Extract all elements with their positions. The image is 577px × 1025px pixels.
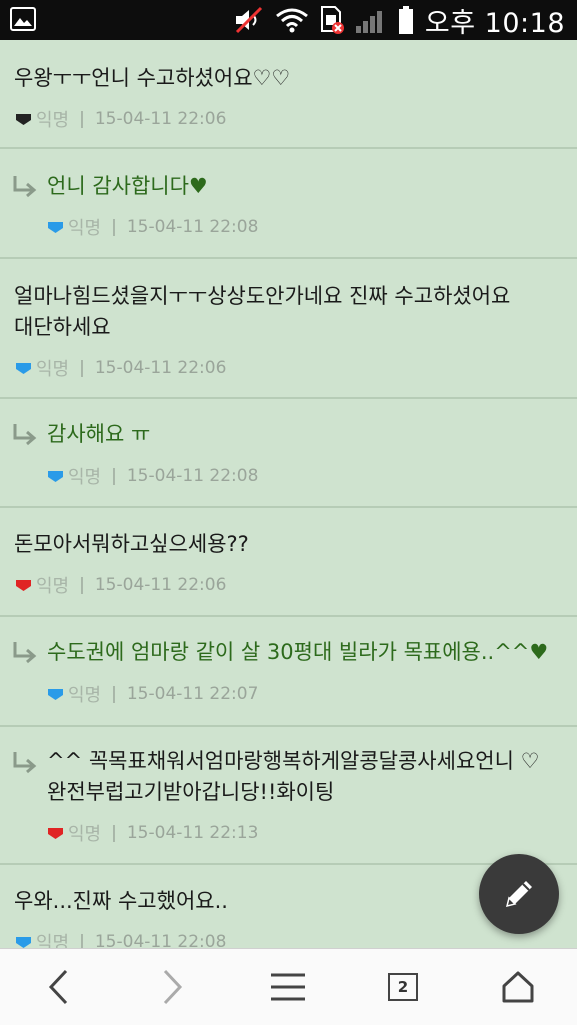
comment-meta: 익명 | 15-04-11 22:06 <box>16 355 226 381</box>
status-bar: 오후 10:18 <box>0 0 577 40</box>
comment-text: 돈모아서뭐하고싶으세용?? <box>14 532 249 556</box>
nickname[interactable]: 익명 <box>68 820 101 846</box>
timestamp: 15-04-11 22:08 <box>126 466 259 486</box>
hamburger-menu-icon <box>271 973 305 1001</box>
comment-list[interactable]: 우왕ㅜㅜ언니 수고하셨어요♡♡ 익명 | 15-04-11 22:06 언니 감… <box>0 40 577 948</box>
browser-bottom-bar: 2 <box>0 948 577 1025</box>
comment-text: 얼마나힘드셨을지ㅜㅜ상상도안가네요 진짜 수고하셨어요 <box>14 284 511 308</box>
comment-text: 우와...진짜 수고했어요.. <box>14 889 228 913</box>
comment-text: 우왕ㅜㅜ언니 수고하셨어요♡♡ <box>14 66 291 90</box>
reply-arrow-icon <box>13 424 37 446</box>
meta-divider: | <box>111 466 117 486</box>
gallery-notification-icon <box>10 7 36 31</box>
sim-error-icon <box>320 6 344 34</box>
comment-meta: 익명 | 15-04-11 22:08 <box>48 214 258 240</box>
reply-text: 수도권에 엄마랑 같이 살 30평대 빌라가 목표에용..^^♥ <box>47 640 549 664</box>
level-badge-icon <box>16 936 31 948</box>
chevron-left-icon <box>48 969 68 1005</box>
level-badge-icon <box>16 362 31 374</box>
pencil-icon <box>505 881 532 908</box>
forward-button[interactable] <box>133 949 213 1025</box>
signal-icon <box>355 11 382 33</box>
tab-count: 2 <box>388 973 418 1001</box>
level-badge-icon <box>48 221 63 233</box>
comment-meta: 익명 | 15-04-11 22:08 <box>48 463 258 489</box>
meta-divider: | <box>79 109 85 129</box>
reply-text: 완전부럽고기받아갑니당!!화이팅 <box>47 780 335 804</box>
comment-item: 돈모아서뭐하고싶으세용?? 익명 | 15-04-11 22:06 <box>0 508 577 617</box>
write-comment-button[interactable] <box>479 854 559 934</box>
nickname[interactable]: 익명 <box>36 929 69 948</box>
home-button[interactable] <box>478 949 558 1025</box>
level-badge-icon <box>48 688 63 700</box>
nickname[interactable]: 익명 <box>68 214 101 240</box>
comment-meta: 익명 | 15-04-11 22:06 <box>16 106 226 132</box>
meta-divider: | <box>111 217 117 237</box>
reply-text: 감사해요 ㅠ <box>47 422 151 446</box>
timestamp: 15-04-11 22:08 <box>94 932 227 948</box>
reply-arrow-icon <box>13 642 37 664</box>
reply-text: 언니 감사합니다♥ <box>47 174 208 198</box>
reply-text: ^^ 꼭목표채워서엄마랑행복하게알콩달콩사세요언니 ♡ <box>47 749 540 773</box>
reply-item: 수도권에 엄마랑 같이 살 30평대 빌라가 목표에용..^^♥ 익명 | 15… <box>0 617 577 727</box>
comment-item: 우왕ㅜㅜ언니 수고하셨어요♡♡ 익명 | 15-04-11 22:06 <box>0 40 577 149</box>
comment-text: 대단하세요 <box>14 315 111 339</box>
timestamp: 15-04-11 22:13 <box>126 823 259 843</box>
meta-divider: | <box>111 823 117 843</box>
menu-button[interactable] <box>248 949 328 1025</box>
timestamp: 15-04-11 22:07 <box>126 684 259 704</box>
level-badge-icon <box>16 579 31 591</box>
back-button[interactable] <box>18 949 98 1025</box>
meta-divider: | <box>79 932 85 948</box>
wifi-icon <box>275 8 308 33</box>
tabs-button[interactable]: 2 <box>363 949 443 1025</box>
timestamp: 15-04-11 22:08 <box>126 217 259 237</box>
battery-icon <box>398 6 413 34</box>
meta-divider: | <box>79 575 85 595</box>
mute-icon <box>235 6 262 34</box>
comment-meta: 익명 | 15-04-11 22:06 <box>16 572 226 598</box>
reply-arrow-icon <box>13 176 37 198</box>
nickname[interactable]: 익명 <box>68 681 101 707</box>
nickname[interactable]: 익명 <box>36 355 69 381</box>
reply-item: ^^ 꼭목표채워서엄마랑행복하게알콩달콩사세요언니 ♡ 완전부럽고기받아갑니당!… <box>0 727 577 865</box>
level-badge-icon <box>48 827 63 839</box>
reply-item: 언니 감사합니다♥ 익명 | 15-04-11 22:08 <box>0 149 577 259</box>
nickname[interactable]: 익명 <box>68 463 101 489</box>
comment-item: 얼마나힘드셨을지ㅜㅜ상상도안가네요 진짜 수고하셨어요 대단하세요 익명 | 1… <box>0 259 577 399</box>
reply-item: 감사해요 ㅠ 익명 | 15-04-11 22:08 <box>0 399 577 508</box>
clock: 오후 10:18 <box>424 7 565 39</box>
chevron-right-icon <box>163 969 183 1005</box>
home-icon <box>502 971 534 1003</box>
comment-meta: 익명 | 15-04-11 22:07 <box>48 681 258 707</box>
comment-meta: 익명 | 15-04-11 22:08 <box>16 929 226 948</box>
level-badge-icon <box>48 470 63 482</box>
nickname[interactable]: 익명 <box>36 106 69 132</box>
timestamp: 15-04-11 22:06 <box>94 575 227 595</box>
meta-divider: | <box>111 684 117 704</box>
reply-arrow-icon <box>13 752 37 774</box>
comment-meta: 익명 | 15-04-11 22:13 <box>48 820 258 846</box>
timestamp: 15-04-11 22:06 <box>94 109 227 129</box>
level-badge-icon <box>16 113 31 125</box>
timestamp: 15-04-11 22:06 <box>94 358 227 378</box>
nickname[interactable]: 익명 <box>36 572 69 598</box>
meta-divider: | <box>79 358 85 378</box>
